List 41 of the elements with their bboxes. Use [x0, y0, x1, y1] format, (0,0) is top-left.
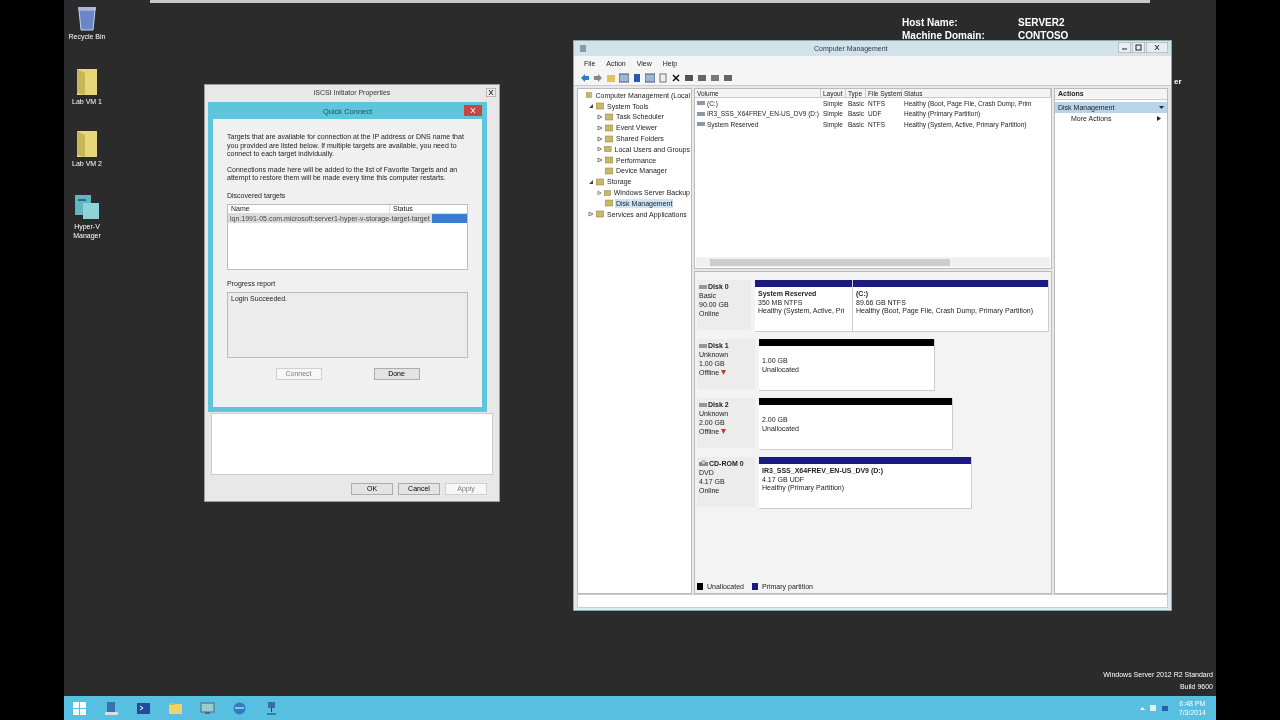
folder-icon[interactable] [76, 68, 98, 96]
scroll-bar[interactable] [696, 257, 1050, 267]
minimize-icon[interactable] [1118, 42, 1131, 53]
recycle-bin-icon[interactable] [75, 5, 99, 31]
delete-icon[interactable] [671, 72, 681, 83]
pane-icon[interactable] [619, 72, 629, 83]
cd-drive-icon [699, 460, 708, 467]
info-label: Host Name: [902, 17, 959, 29]
collapse-arrow-icon [1159, 105, 1164, 110]
folder-icon[interactable] [76, 130, 98, 158]
info-value: SERVER2 [1018, 17, 1066, 29]
scroll-thumb[interactable] [710, 258, 950, 266]
globe-icon[interactable] [232, 700, 247, 716]
collapsed-arrow-icon[interactable] [597, 135, 603, 142]
back-arrow-icon[interactable] [580, 72, 590, 83]
maximize-icon[interactable] [1132, 42, 1145, 53]
network-icon[interactable] [264, 700, 279, 716]
server-manager-icon[interactable] [104, 700, 119, 716]
info-text: er [1174, 77, 1182, 87]
collapsed-arrow-icon[interactable] [597, 124, 603, 131]
app-icon [579, 44, 587, 53]
submenu-arrow-icon [1157, 116, 1161, 121]
tray-arrow-icon[interactable] [1139, 705, 1145, 711]
info-label: Machine Domain: [902, 30, 986, 42]
expanded-arrow-icon[interactable] [588, 178, 594, 185]
collapsed-arrow-icon[interactable] [597, 189, 603, 196]
expanded-arrow-icon[interactable] [588, 103, 594, 110]
server-stack-icon[interactable] [73, 193, 101, 221]
selection-highlight [431, 214, 467, 223]
forward-arrow-icon[interactable] [593, 72, 603, 83]
collapsed-arrow-icon[interactable] [597, 157, 603, 164]
info-value: CONTOSO [1018, 30, 1069, 42]
close-icon[interactable] [1146, 42, 1168, 53]
monitor-icon[interactable] [200, 700, 215, 716]
close-icon[interactable] [486, 88, 496, 97]
collapsed-arrow-icon[interactable] [597, 146, 603, 153]
collapsed-arrow-icon[interactable] [588, 211, 594, 218]
terminal-icon[interactable] [136, 700, 151, 716]
start-icon[interactable] [72, 700, 87, 716]
collapsed-arrow-icon[interactable] [597, 114, 603, 120]
network-icon[interactable] [1160, 704, 1169, 712]
